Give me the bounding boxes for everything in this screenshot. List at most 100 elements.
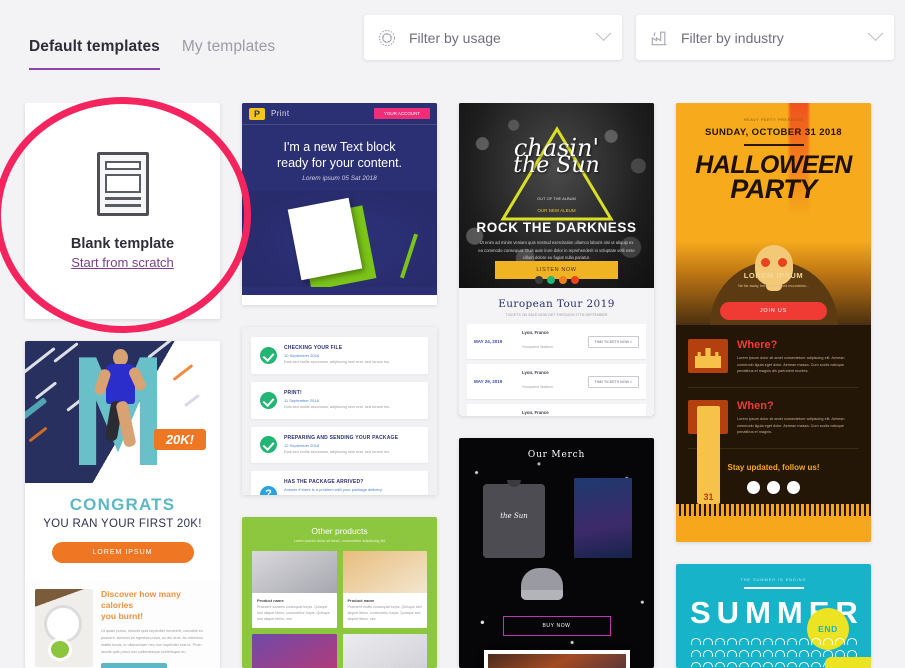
find-tickets-button[interactable]: FIND TICKETS NOW > <box>587 335 639 348</box>
filter-by-usage-label: Filter by usage <box>409 29 501 46</box>
social-icon-orange[interactable] <box>558 276 567 284</box>
band-body: Ut enim ad minim veniam quis nostrud exe… <box>478 240 635 261</box>
tab-my-templates-label: My templates <box>181 38 276 55</box>
calendar-icon: 31 <box>688 399 728 504</box>
status-date: 11 September 2018 <box>284 397 319 403</box>
print-account-button[interactable]: YOUR ACCOUNT <box>374 108 430 119</box>
product-card[interactable]: Product name Praesent mollis consequat t… <box>342 551 427 628</box>
scale-photo <box>35 589 93 668</box>
product-desc: Praesent sodales consequat turpis. Quisq… <box>257 605 330 621</box>
running-hero-image: 20K! <box>25 341 220 484</box>
template-column-4: HEAVY PARTY PRESENTS SUNDAY, OCTOBER 31 … <box>676 103 871 668</box>
tour-city: Lyon, France <box>522 370 549 375</box>
tab-my-templates[interactable]: My templates <box>182 38 275 70</box>
where-body: Lorem ipsum dolor sit amet consectetuer … <box>737 356 845 374</box>
calories-heading-line1: Discover how many calories <box>101 589 181 611</box>
status-row: HAS THE PACKAGE ARRIVED? Answer if there… <box>251 471 428 496</box>
share-icon[interactable] <box>787 480 800 494</box>
template-card-halloween[interactable]: HEAVY PARTY PRESENTS SUNDAY, OCTOBER 31 … <box>676 103 871 542</box>
template-card-other-products[interactable]: Other products Lorem ipsum dolor sit ame… <box>242 517 437 668</box>
merch-heading: Our Merch <box>527 449 586 460</box>
check-circle-icon <box>260 347 277 364</box>
status-desc: Duis sed mollis accumsan, adipiscing sem… <box>284 449 391 454</box>
band-heading: ROCK THE DARKNESS <box>476 220 637 235</box>
summer-yellow-shape <box>825 656 871 668</box>
status-row: PREPARING AND SENDING YOUR PACKAGE 12 Se… <box>251 426 428 464</box>
print-headline-line1: I'm a new Text block <box>283 140 396 154</box>
start-from-scratch-link[interactable]: Start from scratch <box>71 255 174 270</box>
social-icon-red[interactable] <box>570 276 579 284</box>
band-logo-text: chasin' the Sun <box>459 136 654 177</box>
product-desc: Praesent mollis consequat turpis. Quisqu… <box>347 605 422 621</box>
band-tour-section: European Tour 2019 TICKETS ON SALE NOW G… <box>459 288 654 416</box>
filter-bar: Filter by usage Filter by industry <box>364 15 894 60</box>
halloween-title: HALLOWEEN PARTY <box>676 153 871 203</box>
print-template-nav: Print YOUR ACCOUNT <box>242 103 437 125</box>
status-title: PREPARING AND SENDING YOUR PACKAGE <box>284 434 399 441</box>
beanie-image <box>521 567 563 600</box>
status-date: Answer if there is a problem with your p… <box>284 487 383 493</box>
template-column-2: Print YOUR ACCOUNT I'm a new Text block … <box>242 103 437 668</box>
template-card-running[interactable]: 20K! CONGRATS YOU RAN YOUR FIRST 20K! LO… <box>25 341 220 668</box>
social-icon-green[interactable] <box>546 276 555 284</box>
template-card-band[interactable]: chasin' the Sun OUT OF THE ALBUM OUR NEW… <box>459 103 654 416</box>
template-card-print[interactable]: Print YOUR ACCOUNT I'm a new Text block … <box>242 103 437 306</box>
halloween-where-section: Where? Lorem ipsum dolor sit amet consec… <box>688 339 859 388</box>
blank-template-card[interactable]: Blank template Start from scratch <box>25 103 220 320</box>
merch-buy-button[interactable]: BUY NOW <box>502 615 611 636</box>
template-card-summer[interactable]: THE SUMMER IS ENDING SUMMER END <box>676 563 871 668</box>
usage-gear-icon <box>377 28 397 48</box>
tour-date-row: JUNE 7, 2019 Lyon, France Groupama Stadi… <box>467 404 646 416</box>
tour-venue: Groupama Stadium <box>522 345 554 349</box>
tour-date: MAY 24, 2019 <box>474 339 503 344</box>
halloween-lorem-body: Ne far away, behind the word mountains..… <box>738 284 809 288</box>
band-hero-image: chasin' the Sun OUT OF THE ALBUM OUR NEW… <box>459 103 654 288</box>
tour-subheading: TICKETS ON SALE NOW GET THROUGH 27TH SEP… <box>505 313 608 317</box>
product-name: Product name <box>347 598 375 604</box>
find-tickets-button[interactable]: FIND TICKETS NOW > <box>587 375 639 388</box>
product-card[interactable]: Product name Praesent sodales consequat … <box>252 551 337 628</box>
status-date: 10 September 2018 <box>284 353 320 359</box>
running-cta-button[interactable]: LOREM IPSUM <box>51 542 194 564</box>
summer-pretitle: THE SUMMER IS ENDING <box>740 577 807 582</box>
product-card[interactable]: Product name <box>252 633 337 668</box>
status-desc: Duis sed mollis accumsan, adipiscing sem… <box>284 404 391 409</box>
status-row: PRINT! 11 September 2018 Duis sed mollis… <box>251 381 428 419</box>
halloween-when-section: 31 When? Lorem ipsum dolor sit amet cons… <box>688 399 859 504</box>
when-heading: When? <box>737 399 774 412</box>
congrats-subheading: YOU RAN YOUR FIRST 20K! <box>43 518 202 531</box>
calories-heading-line2: you burnt! <box>101 611 144 622</box>
halloween-pretitle: HEAVY PARTY PRESENTS <box>743 117 804 122</box>
filter-by-industry-dropdown[interactable]: Filter by industry <box>636 15 894 60</box>
distance-badge: 20K! <box>153 429 206 451</box>
tour-city: Lyon, France <box>522 330 549 335</box>
factory-icon <box>649 28 669 48</box>
product-name: Product name <box>257 598 284 604</box>
twitter-icon[interactable] <box>767 480 780 494</box>
template-card-print-status[interactable]: CHECKING YOUR FILE 10 September 2018 Dui… <box>242 327 437 496</box>
calories-cta-button[interactable]: LOREM IPSUM <box>101 662 167 668</box>
question-circle-icon <box>260 485 277 496</box>
product-card[interactable]: Product name <box>342 633 427 668</box>
calendar-day: 31 <box>697 405 720 504</box>
document-icon <box>96 152 149 217</box>
check-circle-icon <box>260 391 277 409</box>
tour-venue: Groupama Stadium <box>522 385 554 389</box>
chevron-down-icon <box>867 25 884 42</box>
halloween-join-button[interactable]: JOIN US <box>720 302 827 320</box>
template-card-merch[interactable]: Our Merch the Sun BUY NOW LOREM IPSUM DO… <box>459 437 654 668</box>
filter-by-usage-dropdown[interactable]: Filter by usage <box>364 15 622 60</box>
print-logo-icon <box>249 107 265 120</box>
facebook-icon[interactable] <box>747 480 760 494</box>
print-subhead: Lorem ipsum 05 Sat 2018 <box>302 175 377 182</box>
tour-city: Lyon, France <box>522 410 549 415</box>
template-column-1: Blank template Start from scratch 20K! C… <box>25 103 220 668</box>
tab-default-templates[interactable]: Default templates <box>29 38 160 70</box>
template-grid: Blank template Start from scratch 20K! C… <box>0 103 905 668</box>
calories-section: Discover how many calories you burnt! Ut… <box>25 579 220 668</box>
product-image <box>342 551 427 594</box>
filter-by-industry-label: Filter by industry <box>681 29 784 46</box>
poster-image <box>574 477 632 558</box>
social-icon-dark[interactable] <box>534 276 543 284</box>
congrats-heading: CONGRATS <box>69 495 176 515</box>
